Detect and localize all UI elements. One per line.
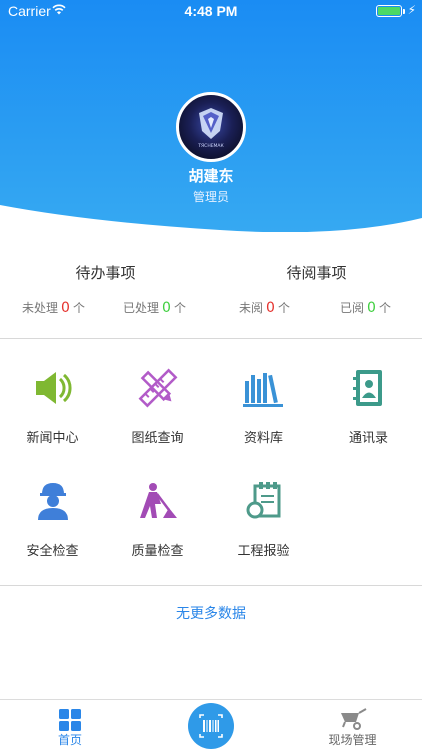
worker-helmet-icon bbox=[38, 483, 68, 520]
avatar-logo-icon: ТЯСНЕМАК bbox=[197, 108, 225, 149]
grid-item-library[interactable]: 资料库 bbox=[211, 339, 316, 449]
clock: 4:48 PM bbox=[184, 3, 238, 19]
todo-processed-unit: 个 bbox=[173, 301, 186, 315]
grid-item-quality[interactable]: 质量检查 bbox=[105, 452, 210, 562]
grid-item-drawings[interactable]: 图纸查询 bbox=[105, 339, 210, 449]
todo-title: 待办事项 bbox=[75, 264, 136, 282]
no-more-data-hint: 无更多数据 bbox=[176, 606, 246, 622]
profile-header: Carrier 4:48 PM ⚡ ТЯСНЕМАК 胡建东 管理员 bbox=[0, 0, 422, 232]
avatar[interactable]: ТЯСНЕМАК bbox=[176, 92, 246, 162]
barcode-icon bbox=[199, 714, 223, 738]
todo-unprocessed[interactable]: 未处理 0 个 bbox=[22, 299, 85, 316]
grid-item-safety-label: 安全检查 bbox=[26, 544, 79, 559]
wheelbarrow-icon bbox=[341, 708, 367, 730]
toread-unread[interactable]: 未阅 0 个 bbox=[239, 299, 290, 316]
function-grid: 新闻中心 图纸查询 资料库 通讯录 安全检查 质量检查 工程报验 bbox=[0, 339, 422, 585]
toread-unread-unit: 个 bbox=[277, 301, 290, 315]
charging-icon: ⚡ bbox=[407, 3, 416, 17]
grid-item-library-label: 资料库 bbox=[243, 431, 283, 446]
grid-item-contacts[interactable]: 通讯录 bbox=[316, 339, 421, 449]
tab-site-label: 现场管理 bbox=[328, 733, 377, 747]
toread-title: 待阅事项 bbox=[286, 264, 347, 282]
tab-site-management[interactable]: 现场管理 bbox=[310, 700, 395, 750]
grid-item-report[interactable]: 工程报验 bbox=[211, 452, 316, 562]
toread-read[interactable]: 已阅 0 个 bbox=[340, 299, 391, 316]
grid-item-safety[interactable]: 安全检查 bbox=[0, 452, 105, 562]
toread-unread-count: 0 bbox=[266, 300, 275, 316]
toread-read-label: 已阅 bbox=[340, 301, 365, 315]
divider bbox=[0, 585, 422, 586]
grid-item-news-label: 新闻中心 bbox=[26, 431, 79, 446]
todo-unprocessed-unit: 个 bbox=[72, 301, 85, 315]
clipboard-icon bbox=[246, 482, 281, 519]
todo-unprocessed-label: 未处理 bbox=[22, 301, 59, 315]
grid-item-quality-label: 质量检查 bbox=[131, 544, 184, 559]
speaker-icon bbox=[36, 372, 72, 404]
avatar-logo-text: ТЯСНЕМАК bbox=[197, 143, 224, 149]
todo-summary[interactable]: 待办事项 未处理 0 个 已处理 0 个 bbox=[0, 232, 211, 338]
battery-icon bbox=[376, 5, 405, 17]
ruler-pencil-icon bbox=[138, 368, 178, 408]
grid-icon bbox=[59, 709, 81, 731]
digging-worker-icon bbox=[140, 483, 177, 518]
tab-home-label: 首页 bbox=[57, 733, 82, 747]
todo-unprocessed-count: 0 bbox=[61, 300, 70, 316]
grid-item-report-label: 工程报验 bbox=[237, 544, 290, 559]
status-bar: Carrier 4:48 PM ⚡ bbox=[0, 0, 422, 22]
grid-item-drawings-label: 图纸查询 bbox=[131, 431, 184, 446]
grid-item-contacts-label: 通讯录 bbox=[348, 431, 388, 446]
toread-read-unit: 个 bbox=[378, 301, 391, 315]
user-name: 胡建东 bbox=[188, 167, 234, 185]
toread-summary[interactable]: 待阅事项 未阅 0 个 已阅 0 个 bbox=[211, 232, 422, 338]
toread-read-count: 0 bbox=[367, 300, 376, 316]
tab-home[interactable]: 首页 bbox=[30, 700, 110, 750]
grid-item-news[interactable]: 新闻中心 bbox=[0, 339, 105, 449]
user-role: 管理员 bbox=[192, 190, 229, 204]
toread-unread-label: 未阅 bbox=[239, 301, 264, 315]
task-summary: 待办事项 未处理 0 个 已处理 0 个 待阅事项 未阅 0 个 已阅 0 个 bbox=[0, 232, 422, 338]
address-book-icon bbox=[353, 370, 382, 406]
books-icon bbox=[243, 373, 283, 407]
todo-processed-count: 0 bbox=[162, 300, 171, 316]
todo-processed[interactable]: 已处理 0 个 bbox=[123, 299, 186, 316]
scan-button[interactable] bbox=[188, 703, 234, 749]
todo-processed-label: 已处理 bbox=[123, 301, 160, 315]
